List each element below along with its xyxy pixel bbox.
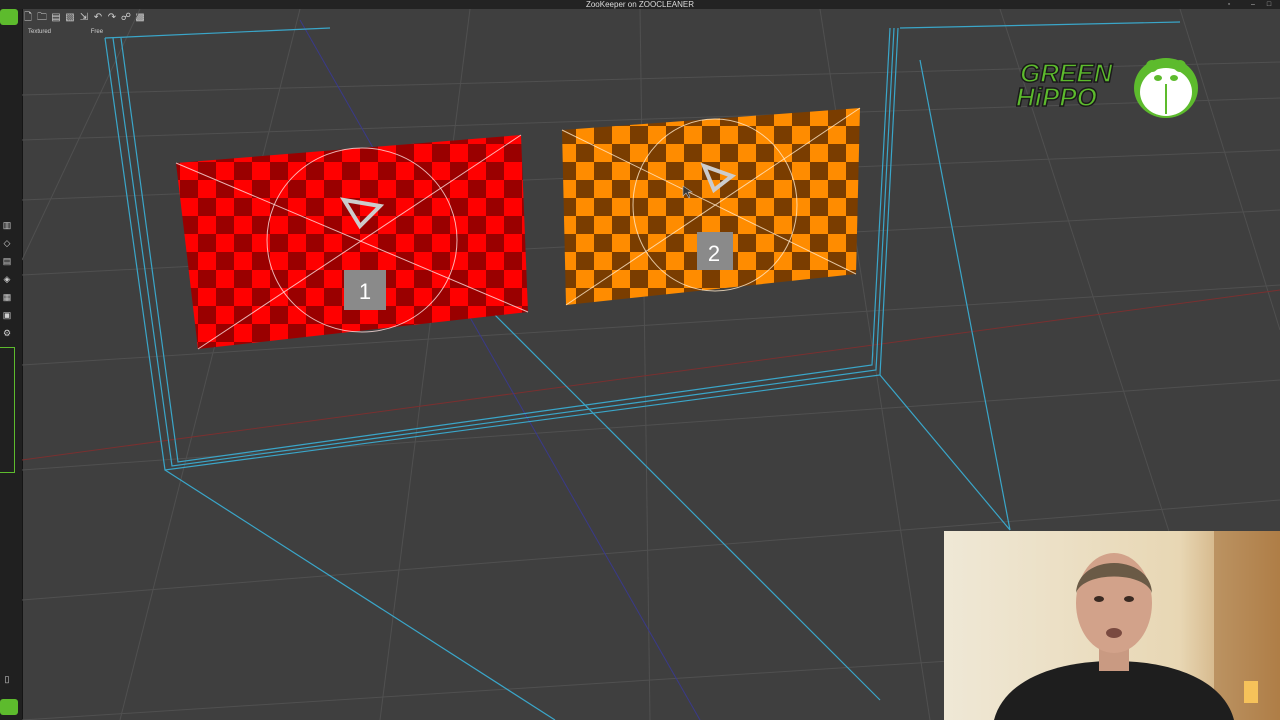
screen-2-number: 2 — [708, 241, 720, 266]
layer-rail[interactable] — [0, 347, 15, 473]
minimize-icon[interactable]: – — [1248, 0, 1258, 9]
title-bar: ZooKeeper on ZOOCLEANER ▫ – □ — [0, 0, 1280, 9]
media-tool-icon[interactable]: ▣ — [1, 309, 13, 321]
bottom-logo-icon[interactable] — [0, 699, 18, 715]
grid-tool-icon[interactable]: ▥ — [1, 219, 13, 231]
window-title: ZooKeeper on ZOOCLEANER — [585, 0, 695, 9]
brand-line-2: HiPPO — [1016, 82, 1097, 112]
screen-1-number: 1 — [359, 279, 371, 304]
green-hippo-logo: GREEN HiPPO — [1016, 57, 1198, 118]
screen-1-surface — [176, 135, 528, 349]
settings-gear-icon[interactable]: ⚙ — [1, 327, 13, 339]
maximize-icon[interactable]: □ — [1264, 0, 1274, 9]
zookeeper-logo-icon[interactable] — [0, 9, 18, 25]
screen-1[interactable]: 1 — [175, 134, 529, 350]
left-tool-sidebar: ▥ ◇ ▤ ◈ ▦ ▣ ⚙ ▯ — [0, 9, 23, 720]
lamp — [1244, 681, 1258, 703]
mesh-tool-icon[interactable]: ▤ — [1, 255, 13, 267]
app-window: ZooKeeper on ZOOCLEANER ▫ – □ ▥ ◇ ▤ ◈ ▦ … — [0, 0, 1280, 720]
hippo-mascot-icon — [1134, 58, 1198, 118]
surface-tool-icon[interactable]: ◇ — [1, 237, 13, 249]
fixture-tool-icon[interactable]: ▦ — [1, 291, 13, 303]
status-icon[interactable]: ▯ — [1, 673, 13, 685]
warp-tool-icon[interactable]: ◈ — [1, 273, 13, 285]
screen-2[interactable]: 2 — [561, 107, 861, 306]
pin-icon[interactable]: ▫ — [1224, 0, 1234, 9]
webcam-overlay — [944, 531, 1280, 720]
